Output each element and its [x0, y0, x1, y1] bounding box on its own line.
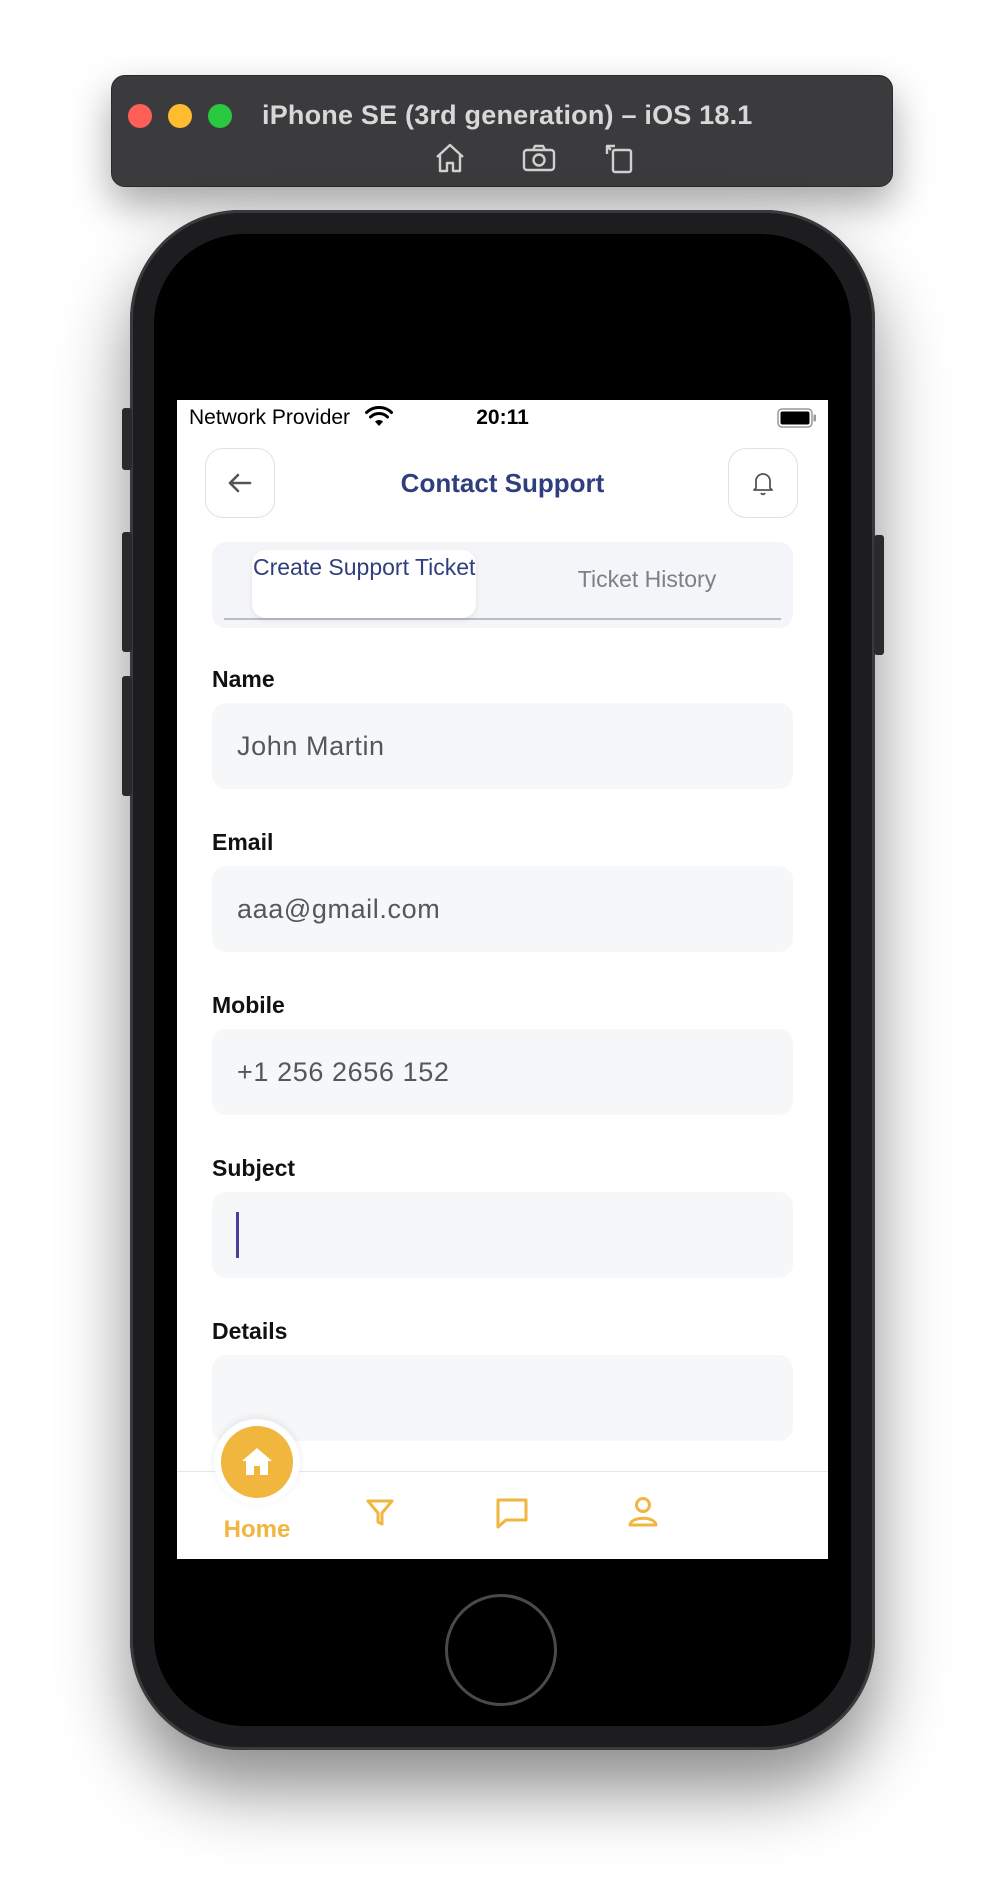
subject-field[interactable] [212, 1192, 793, 1278]
app-screen: Network Provider 20:11 Contact Support C… [177, 400, 828, 1559]
mobile-field[interactable] [212, 1029, 793, 1115]
email-field[interactable] [212, 866, 793, 952]
home-icon [242, 1448, 272, 1475]
nav-home-button[interactable] [214, 1419, 300, 1505]
notifications-button[interactable] [728, 448, 798, 518]
battery-icon [777, 408, 817, 428]
profile-icon[interactable] [623, 1492, 663, 1532]
status-bar: Network Provider 20:11 [177, 400, 828, 438]
home-fab [221, 1426, 293, 1498]
name-field[interactable] [212, 703, 793, 789]
filter-icon[interactable] [360, 1492, 400, 1532]
power-button [874, 535, 884, 655]
app-header: Contact Support [177, 448, 828, 520]
nav-home-label[interactable]: Home [197, 1516, 317, 1544]
status-time: 20:11 [476, 406, 529, 429]
email-label: Email [212, 829, 274, 855]
minimize-window-button[interactable] [168, 104, 192, 128]
chat-icon[interactable] [492, 1492, 532, 1532]
tab-bar: Create Support Ticket Ticket History [212, 542, 793, 628]
tab-create-support-ticket[interactable]: Create Support Ticket [252, 550, 476, 618]
rotate-icon[interactable] [597, 136, 641, 180]
bell-icon [753, 473, 773, 496]
volume-up-button [122, 532, 132, 652]
zoom-window-button[interactable] [208, 104, 232, 128]
simulator-title-bar: iPhone SE (3rd generation) – iOS 18.1 [111, 75, 893, 187]
text-cursor [236, 1212, 239, 1258]
subject-label: Subject [212, 1155, 296, 1181]
device-home-button[interactable] [445, 1594, 557, 1706]
close-window-button[interactable] [128, 104, 152, 128]
screenshot-icon[interactable] [517, 136, 561, 180]
mute-switch [122, 408, 132, 470]
details-field[interactable] [212, 1355, 793, 1441]
tab-ticket-history[interactable]: Ticket History [512, 566, 782, 593]
mobile-label: Mobile [212, 992, 285, 1018]
tab-divider [224, 618, 781, 620]
name-label: Name [212, 666, 275, 692]
details-label: Details [212, 1318, 288, 1344]
volume-down-button [122, 676, 132, 796]
simulator-title: iPhone SE (3rd generation) – iOS 18.1 [262, 100, 753, 130]
home-icon[interactable] [428, 136, 472, 180]
